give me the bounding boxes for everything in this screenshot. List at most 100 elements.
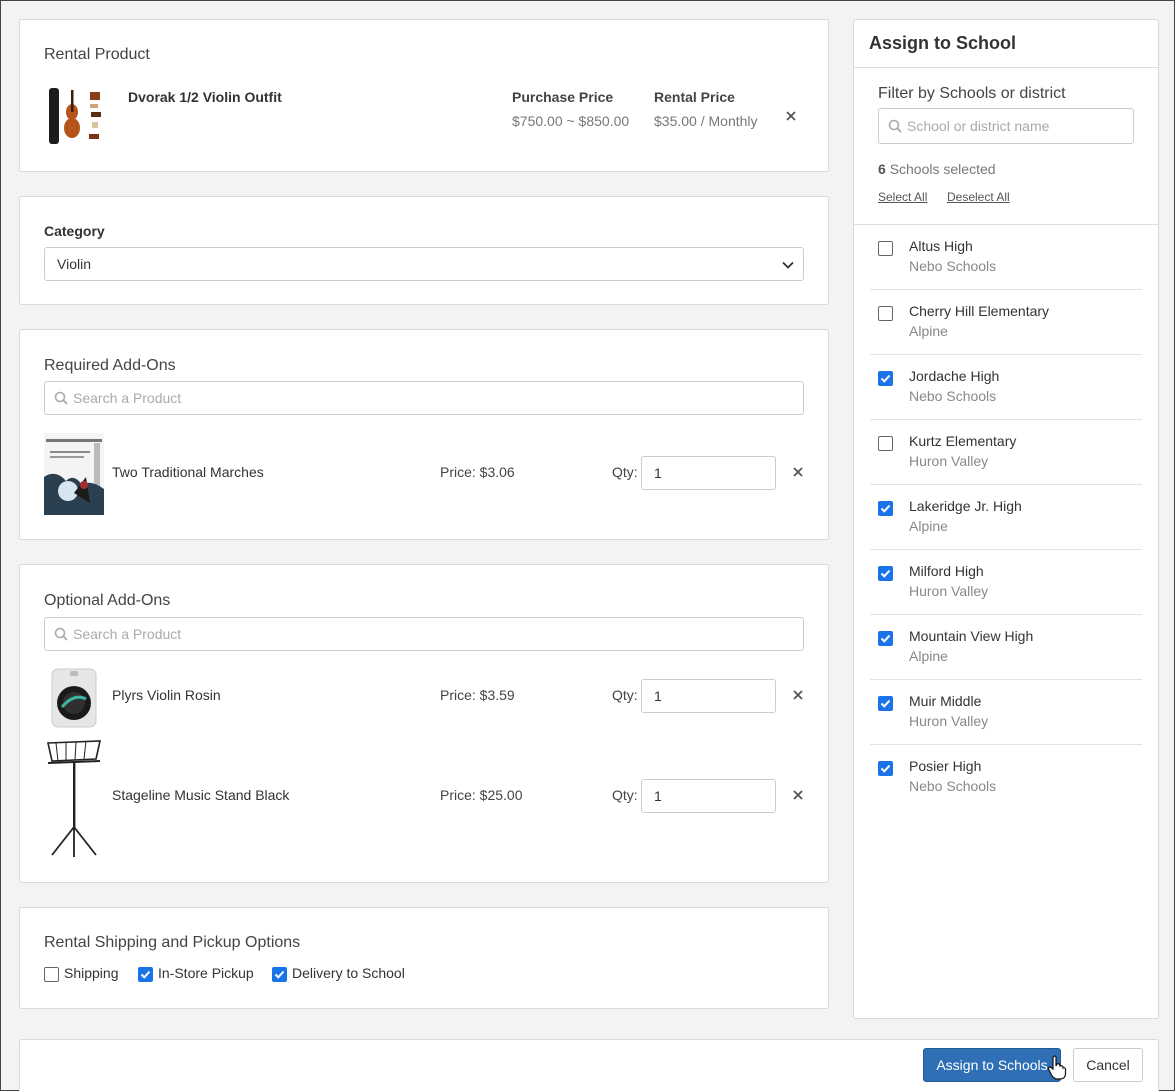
school-name: Kurtz Elementary — [909, 433, 1017, 449]
optional-addon-price: Price: $3.59 — [440, 687, 515, 703]
music-stand-image — [44, 737, 104, 859]
required-addon-price: Price: $3.06 — [440, 464, 515, 480]
remove-optional-addon-close-icon[interactable] — [790, 787, 806, 803]
remove-required-addon-close-icon[interactable] — [790, 464, 806, 480]
checkmark-icon — [880, 374, 891, 383]
required-addons-card: Required Add-Ons Two Traditional Marches… — [19, 329, 829, 540]
school-district: Alpine — [909, 518, 948, 534]
rental-price-label: Rental Price — [654, 89, 735, 105]
category-select[interactable]: Violin — [44, 247, 804, 281]
optional-addon-name: Plyrs Violin Rosin — [112, 687, 221, 703]
school-list-item[interactable]: Milford High Huron Valley — [870, 550, 1142, 615]
rental-product-title: Rental Product — [44, 46, 150, 63]
search-icon — [54, 391, 68, 405]
cancel-button[interactable]: Cancel — [1073, 1048, 1143, 1082]
delivery-to-school-checkbox[interactable] — [272, 967, 287, 982]
school-list-item[interactable]: Altus High Nebo Schools — [870, 225, 1142, 290]
school-district: Huron Valley — [909, 583, 989, 599]
selected-suffix: Schools selected — [889, 161, 996, 177]
optional-addon-qty-label: Qty: — [612, 687, 638, 703]
school-name: Mountain View High — [909, 628, 1034, 644]
school-name: Lakeridge Jr. High — [909, 498, 1022, 514]
schools-selected-status: 6 Schools selected — [878, 161, 996, 177]
optional-addon-qty-label: Qty: — [612, 787, 638, 803]
required-addon-qty-label: Qty: — [612, 464, 638, 480]
school-name: Milford High — [909, 563, 984, 579]
in-store-pickup-checkbox[interactable] — [138, 967, 153, 982]
school-district: Nebo Schools — [909, 258, 997, 274]
school-list-item[interactable]: Muir Middle Huron Valley — [870, 680, 1142, 745]
school-checkbox[interactable] — [878, 306, 893, 321]
optional-addon-price: Price: $25.00 — [440, 787, 523, 803]
school-checkbox[interactable] — [878, 501, 893, 516]
hand-pointer-icon — [1047, 1055, 1067, 1080]
required-addons-search-input[interactable] — [73, 382, 797, 414]
remove-optional-addon-close-icon[interactable] — [790, 687, 806, 703]
school-filter-search[interactable] — [878, 108, 1134, 144]
optional-addons-card: Optional Add-Ons Plyrs Violin Rosin Pric… — [19, 564, 829, 883]
school-name: Muir Middle — [909, 693, 982, 709]
assign-school-panel: Assign to School Filter by Schools or di… — [853, 19, 1159, 1019]
school-checkbox[interactable] — [878, 371, 893, 386]
required-addon-qty-input[interactable]: 1 — [641, 456, 776, 490]
optional-addon-qty-input[interactable]: 1 — [641, 779, 776, 813]
school-district: Alpine — [909, 323, 948, 339]
school-checkbox[interactable] — [878, 761, 893, 776]
checkmark-icon — [880, 764, 891, 773]
required-addons-search[interactable] — [44, 381, 804, 415]
optional-addon-name: Stageline Music Stand Black — [112, 787, 290, 803]
rental-product-card: Rental Product Dvorak 1/2 Violin Outfit … — [19, 19, 829, 172]
rental-product-name: Dvorak 1/2 Violin Outfit — [128, 89, 282, 105]
school-list-item[interactable]: Jordache High Nebo Schools — [870, 355, 1142, 420]
optional-addons-search[interactable] — [44, 617, 804, 651]
panel-divider — [854, 67, 1158, 68]
school-district: Huron Valley — [909, 713, 989, 729]
two-traditional-marches-image — [44, 433, 104, 515]
school-list-item[interactable]: Kurtz Elementary Huron Valley — [870, 420, 1142, 485]
delivery-to-school-label: Delivery to School — [292, 965, 405, 981]
school-list-item[interactable]: Cherry Hill Elementary Alpine — [870, 290, 1142, 355]
school-district: Huron Valley — [909, 453, 989, 469]
school-district: Alpine — [909, 648, 948, 664]
optional-addon-qty-input[interactable]: 1 — [641, 679, 776, 713]
school-name: Posier High — [909, 758, 982, 774]
school-list-item[interactable]: Posier High Nebo Schools — [870, 745, 1142, 810]
school-name: Cherry Hill Elementary — [909, 303, 1050, 319]
school-list-item[interactable]: Mountain View High Alpine — [870, 615, 1142, 680]
checkmark-icon — [880, 699, 891, 708]
school-checkbox[interactable] — [878, 241, 893, 256]
school-district: Nebo Schools — [909, 778, 997, 794]
checkmark-icon — [880, 504, 891, 513]
chevron-down-icon — [782, 261, 794, 269]
school-district: Nebo Schools — [909, 388, 997, 404]
required-addon-name: Two Traditional Marches — [112, 464, 264, 480]
remove-product-close-icon[interactable] — [783, 108, 799, 124]
category-selected-value: Violin — [57, 256, 91, 272]
assign-to-schools-button[interactable]: Assign to Schools — [923, 1048, 1061, 1082]
shipping-option-label: Shipping — [64, 965, 119, 981]
search-icon — [888, 119, 902, 133]
required-addons-title: Required Add-Ons — [44, 357, 176, 374]
school-list-item[interactable]: Lakeridge Jr. High Alpine — [870, 485, 1142, 550]
school-checkbox[interactable] — [878, 566, 893, 581]
shipping-checkbox[interactable] — [44, 967, 59, 982]
school-name: Altus High — [909, 238, 973, 254]
category-card: Category Violin — [19, 196, 829, 305]
category-label: Category — [44, 223, 105, 239]
deselect-all-link[interactable]: Deselect All — [947, 190, 1010, 204]
shipping-options-title: Rental Shipping and Pickup Options — [44, 934, 301, 951]
selected-count: 6 — [878, 161, 886, 177]
filter-label: Filter by Schools or district — [878, 85, 1066, 102]
school-filter-input[interactable] — [907, 109, 1127, 143]
violin-rosin-image — [44, 667, 104, 729]
assign-panel-title: Assign to School — [869, 33, 1017, 53]
select-all-link[interactable]: Select All — [878, 190, 927, 204]
purchase-price-label: Purchase Price — [512, 89, 614, 105]
search-icon — [54, 627, 68, 641]
optional-addons-search-input[interactable] — [73, 618, 797, 650]
violin-outfit-image — [46, 86, 106, 148]
school-checkbox[interactable] — [878, 436, 893, 451]
school-checkbox[interactable] — [878, 696, 893, 711]
rental-price-value: $35.00 / Monthly — [654, 113, 758, 129]
school-checkbox[interactable] — [878, 631, 893, 646]
